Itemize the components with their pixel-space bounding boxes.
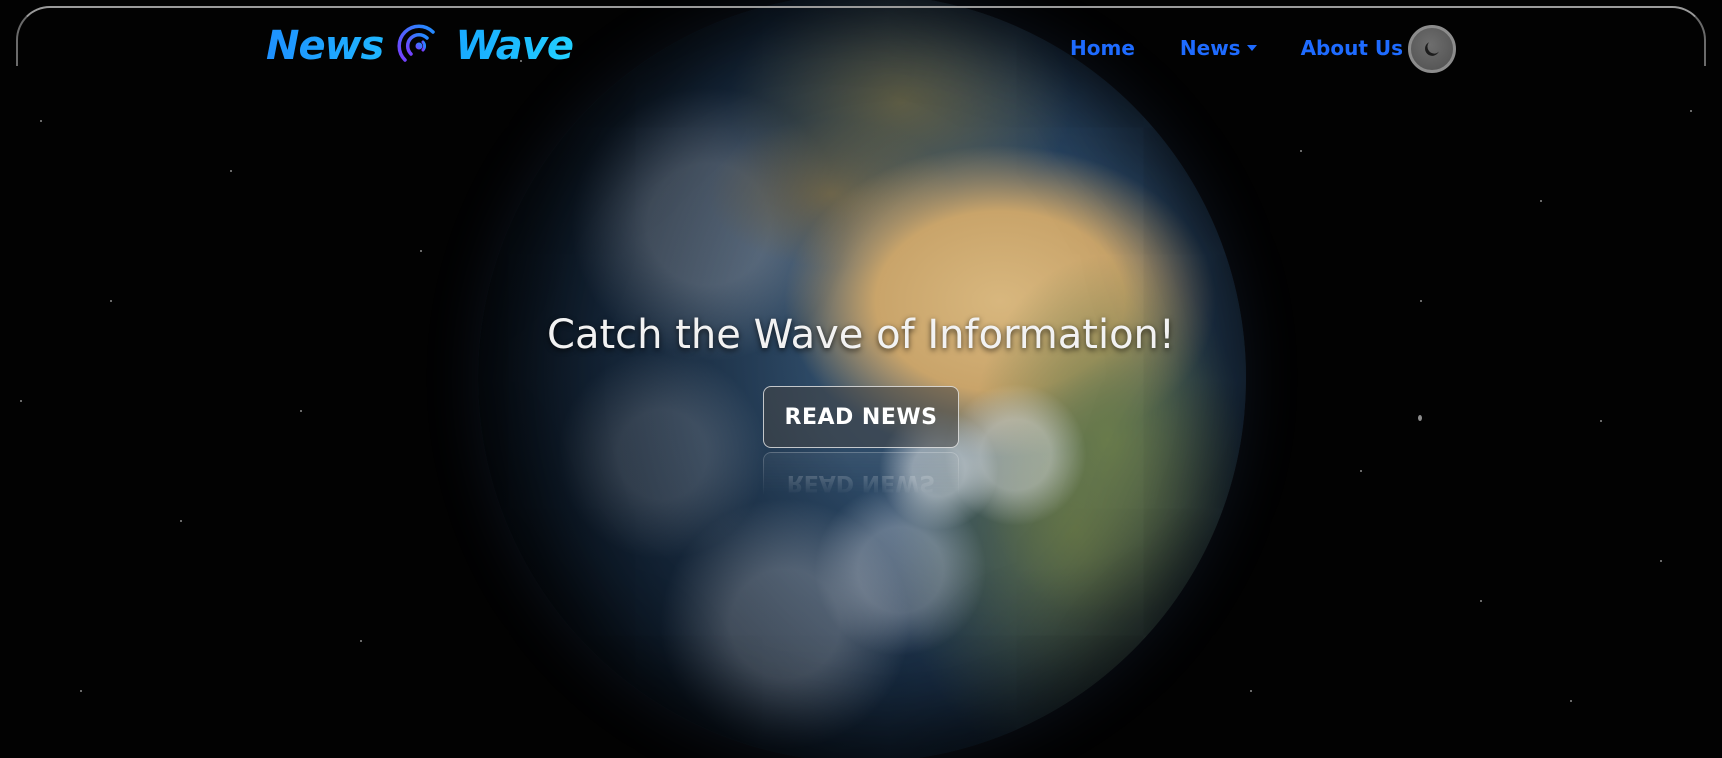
nav-links: Home News About Us bbox=[1070, 32, 1403, 64]
brand-logo[interactable]: News Wave bbox=[266, 18, 574, 74]
nav-link-home[interactable]: Home bbox=[1070, 36, 1135, 60]
nav-link-news-label: News bbox=[1179, 36, 1241, 60]
hero-title: Catch the Wave of Information! bbox=[547, 312, 1175, 358]
nav-link-about-us[interactable]: About Us bbox=[1301, 36, 1403, 60]
brand-word-wave: Wave bbox=[455, 23, 574, 69]
nav-link-news-dropdown[interactable]: News bbox=[1180, 36, 1257, 60]
broadcast-signal-icon bbox=[397, 24, 436, 62]
earth-globe-image bbox=[478, 0, 1246, 758]
brand-word-news: News bbox=[266, 23, 384, 69]
read-news-button[interactable]: READ NEWS bbox=[763, 386, 959, 448]
navbar: News Wave Home News About Us bbox=[0, 0, 1722, 96]
page: News Wave Home News About Us Catch the W… bbox=[0, 0, 1722, 758]
caret-down-icon bbox=[1246, 45, 1257, 51]
theme-toggle-button[interactable] bbox=[1408, 25, 1456, 73]
moon-icon bbox=[1425, 42, 1439, 56]
